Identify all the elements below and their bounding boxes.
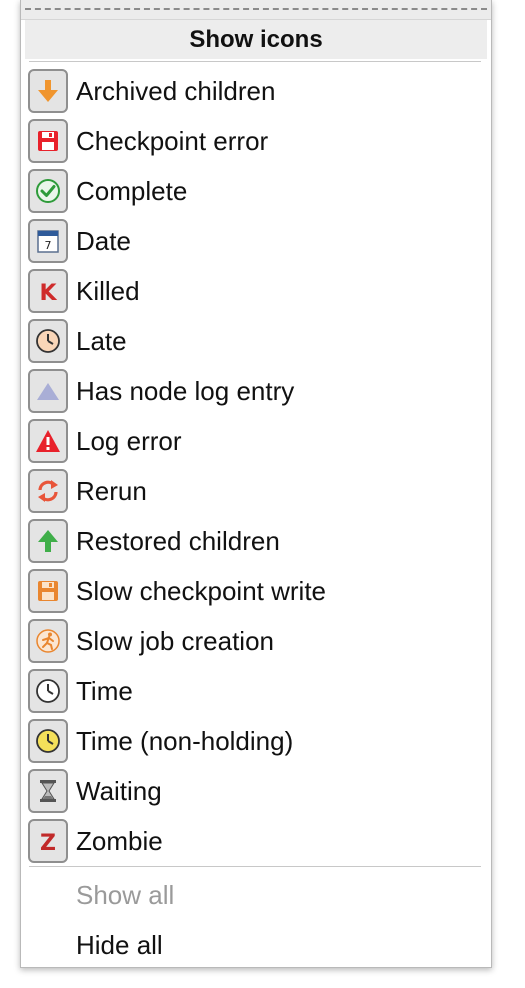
menu-item-has-node-log-entry[interactable]: Has node log entry bbox=[21, 366, 491, 416]
floppy-error-icon bbox=[28, 119, 68, 163]
letter-z-icon: Z bbox=[28, 819, 68, 863]
menu-item-complete[interactable]: Complete bbox=[21, 166, 491, 216]
tearoff-bar[interactable] bbox=[21, 0, 491, 20]
menu-item-label: Complete bbox=[76, 176, 188, 206]
menu-item-label: Waiting bbox=[76, 776, 162, 806]
menu-item-label: Rerun bbox=[76, 476, 147, 506]
show-icons-menu: Show icons Archived children Checkpoint … bbox=[20, 0, 492, 968]
menu-item-label: Zombie bbox=[76, 826, 163, 856]
menu-item-label: Killed bbox=[76, 276, 140, 306]
menu-item-label: Time (non-holding) bbox=[76, 726, 294, 756]
running-figure-icon bbox=[28, 619, 68, 663]
warning-icon bbox=[28, 419, 68, 463]
menu-item-zombie[interactable]: Z Zombie bbox=[21, 816, 491, 866]
menu-item-label: Checkpoint error bbox=[76, 126, 269, 156]
menu-item-label: Date bbox=[76, 226, 131, 256]
killed-letter: K bbox=[39, 281, 57, 305]
menu-separator-top bbox=[29, 61, 481, 62]
menu-item-label: Log error bbox=[76, 426, 182, 456]
calendar-day-text: 7 bbox=[45, 239, 52, 252]
menu-item-label: Slow job creation bbox=[76, 626, 274, 656]
menu-item-checkpoint-error[interactable]: Checkpoint error bbox=[21, 116, 491, 166]
menu-item-label: Archived children bbox=[76, 76, 276, 106]
letter-k-icon: K bbox=[28, 269, 68, 313]
menu-item-killed[interactable]: K Killed bbox=[21, 266, 491, 316]
menu-item-label: Time bbox=[76, 676, 133, 706]
menu-item-slow-checkpoint-write[interactable]: Slow checkpoint write bbox=[21, 566, 491, 616]
menu-item-rerun[interactable]: Rerun bbox=[21, 466, 491, 516]
menu-item-label: Late bbox=[76, 326, 127, 356]
menu-separator-bottom bbox=[29, 866, 481, 867]
menu-item-label: Has node log entry bbox=[76, 376, 295, 406]
arrow-up-icon bbox=[28, 519, 68, 563]
menu-item-restored-children[interactable]: Restored children bbox=[21, 516, 491, 566]
menu-item-late[interactable]: Late bbox=[21, 316, 491, 366]
menu-item-time-non-holding[interactable]: Time (non-holding) bbox=[21, 716, 491, 766]
hide-all-menu-item[interactable]: Hide all bbox=[76, 920, 163, 970]
hourglass-icon bbox=[28, 769, 68, 813]
calendar-icon: 7 bbox=[28, 219, 68, 263]
late-clock-icon bbox=[28, 319, 68, 363]
clock-icon bbox=[28, 669, 68, 713]
menu-item-waiting[interactable]: Waiting bbox=[21, 766, 491, 816]
arrow-down-icon bbox=[28, 69, 68, 113]
menu-item-log-error[interactable]: Log error bbox=[21, 416, 491, 466]
zombie-letter: Z bbox=[40, 831, 56, 855]
tearoff-dashed-line bbox=[25, 8, 487, 10]
menu-item-label: Restored children bbox=[76, 526, 280, 556]
menu-item-time[interactable]: Time bbox=[21, 666, 491, 716]
menu-item-label: Slow checkpoint write bbox=[76, 576, 326, 606]
menu-header: Show icons bbox=[25, 20, 487, 59]
menu-item-date[interactable]: 7 Date bbox=[21, 216, 491, 266]
menu-item-slow-job-creation[interactable]: Slow job creation bbox=[21, 616, 491, 666]
menu-item-archived-children[interactable]: Archived children bbox=[21, 66, 491, 116]
show-all-menu-item[interactable]: Show all bbox=[76, 870, 174, 920]
check-circle-icon bbox=[28, 169, 68, 213]
floppy-slow-icon bbox=[28, 569, 68, 613]
rerun-icon bbox=[28, 469, 68, 513]
triangle-icon bbox=[28, 369, 68, 413]
clock-yellow-icon bbox=[28, 719, 68, 763]
